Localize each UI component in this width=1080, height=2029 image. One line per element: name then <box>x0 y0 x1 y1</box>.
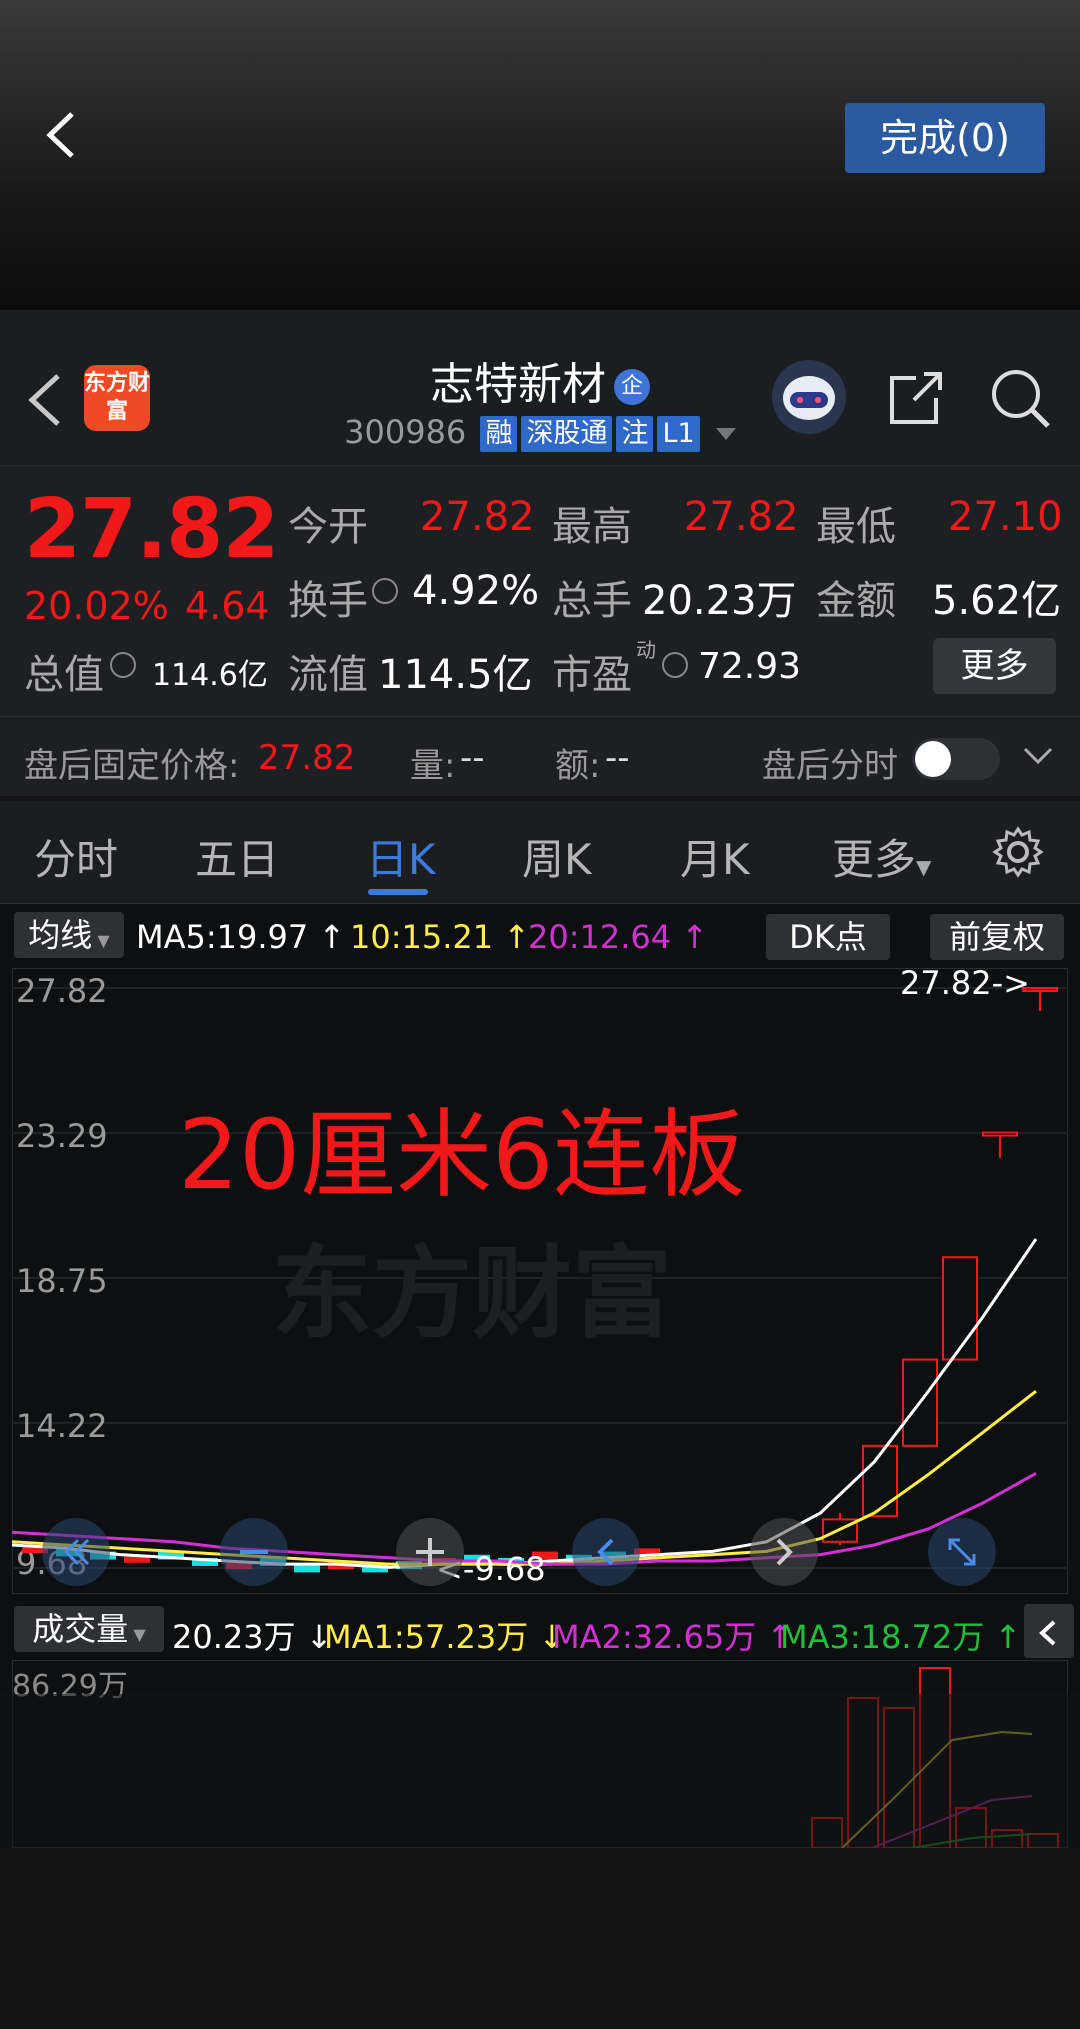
ma-indicator-bar: 均线 ▼ MA5:19.97 ↑ 10:15.21 ↑ 20:12.64 ↑ D… <box>0 906 1080 968</box>
ma-selector[interactable]: 均线 ▼ <box>14 912 124 958</box>
high-label: 最高 <box>552 504 632 550</box>
pe-dynamic-sup: 动 <box>636 638 656 662</box>
info-dots-icon[interactable] <box>372 578 398 604</box>
open-label: 今开 <box>288 504 368 550</box>
more-button[interactable]: 更多 <box>933 638 1056 694</box>
ma5-text: MA5:19.97 <box>136 918 309 956</box>
vol-ma1-text: MA1:57.23万 <box>324 1618 529 1656</box>
volume-fade-overlay <box>0 1694 1080 1850</box>
change-amount: 4.64 <box>185 584 270 628</box>
turnover-value: 4.92% <box>412 568 540 614</box>
vol-ma3: MA3:18.72万 ↑ <box>780 1618 1022 1656</box>
candle <box>982 1131 1018 1137</box>
tab-more-label: 更多 <box>832 835 917 884</box>
adjust-button[interactable]: 前复权 <box>930 914 1064 960</box>
after-hours-amt: -- <box>605 738 630 778</box>
vol-ma3-text: MA3:18.72万 <box>780 1618 985 1656</box>
overlay-annotation: 20厘米6连板 <box>178 1099 745 1211</box>
after-hours-vol: -- <box>460 738 485 778</box>
vol-ma2-text: MA2:32.65万 <box>552 1618 757 1656</box>
change-pct: 20.02% <box>24 584 169 628</box>
ma20-value: 20:12.64 ↑ <box>528 918 709 956</box>
volume-label: 总手 <box>552 578 632 624</box>
ma10-value: 10:15.21 ↑ <box>350 918 531 956</box>
robot-assistant-icon[interactable] <box>772 360 846 434</box>
tab-five-day[interactable]: 五日 <box>195 826 279 887</box>
dk-point-button[interactable]: DK点 <box>766 914 890 960</box>
info-dots-icon[interactable] <box>110 652 136 678</box>
zoom-in-button[interactable] <box>396 1518 464 1586</box>
kline-y-ticks: 27.8223.2918.7514.229.68 <box>16 972 108 1582</box>
dropdown-triangle-icon <box>715 428 736 440</box>
back-arrow-icon[interactable] <box>40 110 80 160</box>
ma5-value: MA5:19.97 ↑ <box>136 918 346 956</box>
market-cap-label: 总值 <box>24 652 104 698</box>
candle <box>942 1256 978 1361</box>
share-icon[interactable] <box>886 368 946 432</box>
scroll-right-button[interactable] <box>750 1518 818 1586</box>
stock-name: 志特新材 <box>430 359 606 410</box>
kline-chart[interactable]: 东方财富 27.8223.2918.7514.229.68 27.82-> <-… <box>12 968 1068 1594</box>
active-tab-indicator <box>368 889 428 895</box>
enterprise-badge: 企 <box>614 369 650 405</box>
low-value: 27.10 <box>948 494 1063 540</box>
tag-connect: 深股通 <box>521 416 613 452</box>
volume-today-text: 20.23万 <box>172 1618 296 1656</box>
amount-label: 金额 <box>816 578 896 624</box>
y-tick-label: 18.75 <box>16 1262 108 1300</box>
zoom-out-button[interactable] <box>220 1518 288 1586</box>
expand-icon[interactable] <box>928 1518 996 1586</box>
done-button[interactable]: 完成(0) <box>845 103 1045 173</box>
info-dots-icon[interactable] <box>662 652 688 678</box>
scroll-left-button[interactable] <box>572 1518 640 1586</box>
tab-daily-k[interactable]: 日K <box>366 826 436 887</box>
low-label: 最低 <box>816 504 896 550</box>
search-icon[interactable] <box>988 366 1052 434</box>
volume-value: 20.23万 <box>642 578 797 624</box>
high-value: 27.82 <box>684 494 799 540</box>
vol-ma2: MA2:32.65万 ↑ <box>552 1618 794 1656</box>
stock-code: 300986 <box>344 413 467 451</box>
tab-weekly-k[interactable]: 周K <box>522 826 592 887</box>
after-hours-amt-label: 额: <box>555 746 601 786</box>
pe-label: 市盈 <box>552 652 632 698</box>
collapse-panel-button[interactable] <box>1024 1604 1074 1658</box>
watermark: 东方财富 <box>272 1235 672 1352</box>
tag-margin: 融 <box>480 416 518 452</box>
vol-ma1: MA1:57.23万 ↓ <box>324 1618 566 1656</box>
float-cap-value: 114.5亿 <box>378 652 533 698</box>
last-price: 27.82 <box>24 482 279 577</box>
volume-indicator-bar: 成交量 ▼ 20.23万 ↓ MA1:57.23万 ↓ MA2:32.65万 ↑… <box>0 1600 1080 1660</box>
y-tick-label: 14.22 <box>16 1407 108 1445</box>
after-hours-price: 27.82 <box>258 738 356 778</box>
pe-value: 72.93 <box>698 646 802 687</box>
float-cap-label: 流值 <box>288 652 368 698</box>
after-hours-price-label: 盘后固定价格: <box>24 746 240 786</box>
volume-selector[interactable]: 成交量 ▼ <box>14 1606 164 1652</box>
gear-icon[interactable] <box>992 826 1044 882</box>
turnover-label: 换手 <box>288 578 368 624</box>
ma20-text: 20:12.64 <box>528 918 672 956</box>
tag-note: 注 <box>616 416 654 452</box>
tab-monthly-k[interactable]: 月K <box>680 826 750 887</box>
amount-value: 5.62亿 <box>932 578 1062 624</box>
tab-timeshare[interactable]: 分时 <box>34 826 118 887</box>
volume-today: 20.23万 ↓ <box>172 1618 333 1656</box>
tag-level: L1 <box>657 416 700 452</box>
chevron-down-icon[interactable] <box>1022 744 1054 772</box>
y-tick-label: 23.29 <box>16 1117 108 1155</box>
volume-selector-label: 成交量 <box>32 1610 129 1648</box>
ma10-text: 10:15.21 <box>350 918 494 956</box>
after-hours-vol-label: 量: <box>410 746 456 786</box>
ma-selector-label: 均线 <box>28 916 93 954</box>
open-value: 27.82 <box>420 494 535 540</box>
market-cap-value: 114.6亿 <box>152 658 268 693</box>
max-price-label: 27.82-> <box>900 968 1030 1002</box>
bottom-blank-area <box>0 1850 1080 2029</box>
after-hours-toggle[interactable] <box>912 738 1000 780</box>
tab-more[interactable]: 更多▼ <box>832 826 931 887</box>
after-hours-timeshare-label: 盘后分时 <box>762 746 898 786</box>
y-tick-label: 27.82 <box>16 972 108 1010</box>
scroll-left-fast-button[interactable] <box>42 1518 110 1586</box>
